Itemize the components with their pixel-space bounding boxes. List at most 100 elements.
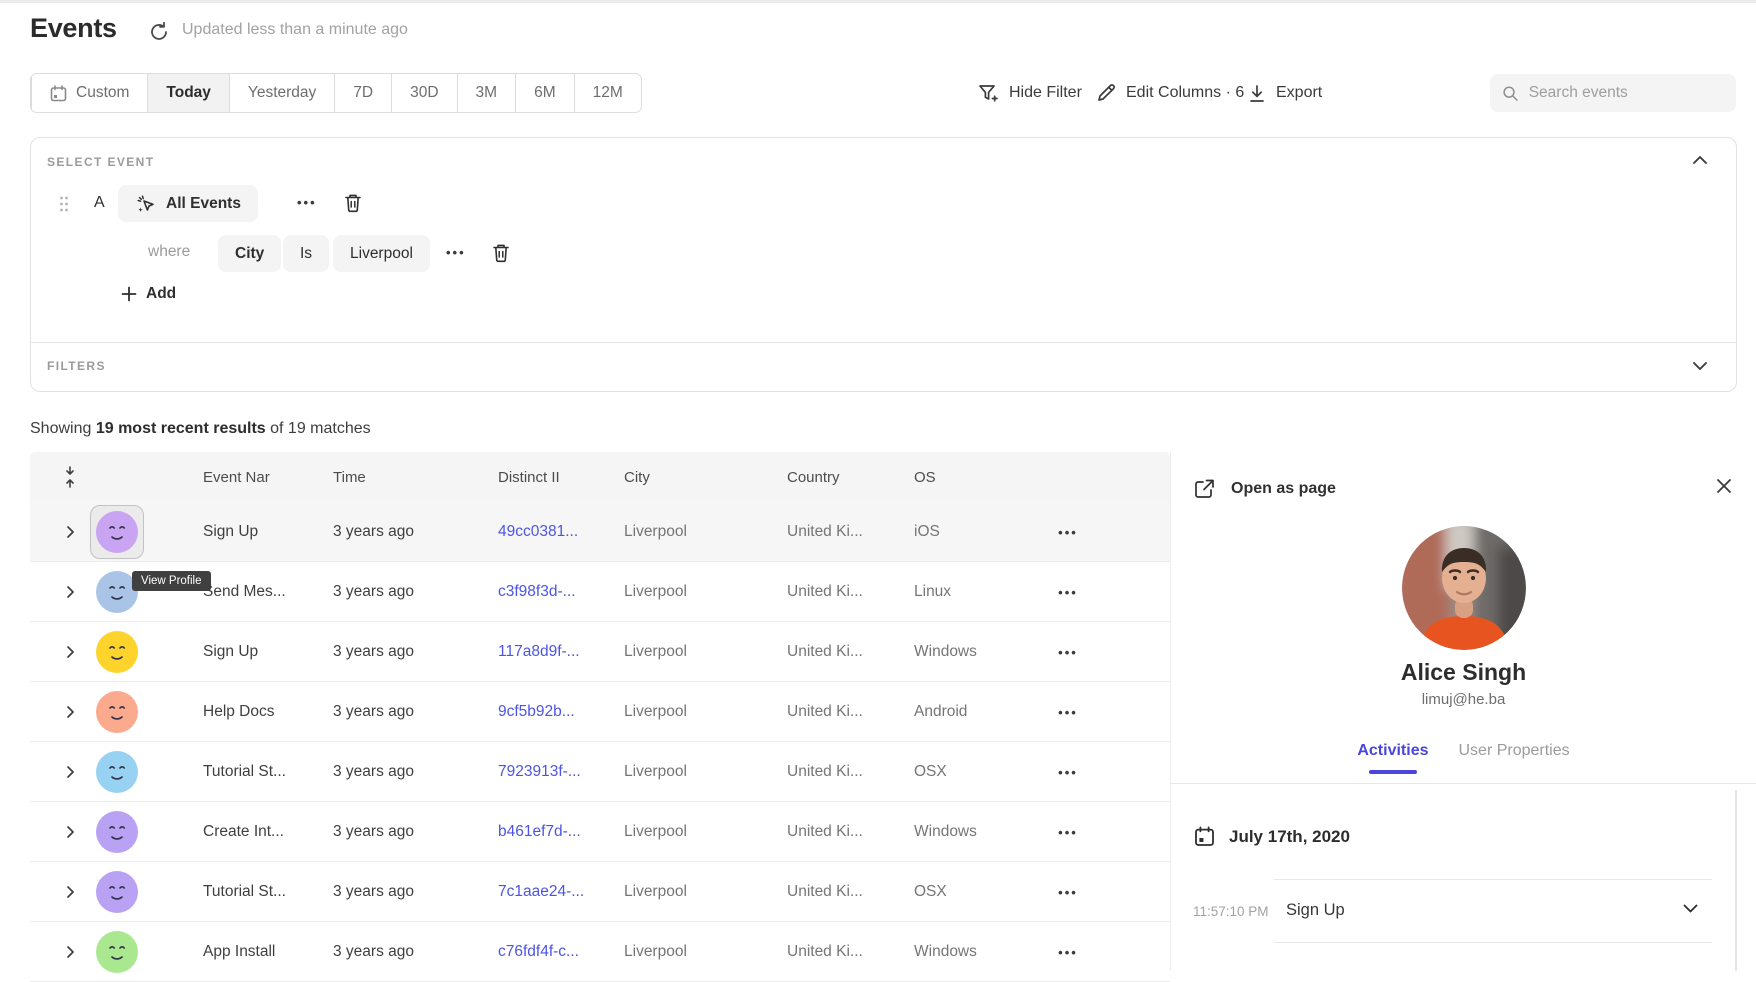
date-range-tab[interactable]: Today: [147, 74, 229, 112]
add-clause-button[interactable]: Add: [121, 285, 176, 303]
distinct-id-link[interactable]: 7923913f-...: [498, 763, 581, 781]
distinct-id-cell: c76fdf4f-c...: [498, 922, 618, 982]
avatar-cell: [90, 802, 144, 862]
hide-filter-button[interactable]: Hide Filter: [978, 73, 1082, 113]
distinct-id-link[interactable]: b461ef7d-...: [498, 823, 581, 841]
profile-tab[interactable]: Activities: [1357, 742, 1428, 774]
column-header-distinct-id[interactable]: Distinct II: [498, 452, 560, 502]
activity-time: 11:57:10 PM: [1193, 904, 1269, 919]
event-selector-chip[interactable]: All Events: [118, 185, 258, 222]
column-header-event-name[interactable]: Event Nar: [203, 452, 270, 502]
user-avatar[interactable]: [95, 870, 139, 914]
user-avatar[interactable]: [95, 750, 139, 794]
property-chip[interactable]: City: [218, 235, 281, 272]
results-summary: Showing 19 most recent results of 19 mat…: [30, 420, 371, 438]
more-options-icon[interactable]: •••: [446, 245, 466, 260]
drag-handle-icon[interactable]: [59, 195, 69, 218]
value-chip[interactable]: Liverpool: [333, 235, 430, 272]
column-header-city[interactable]: City: [624, 452, 650, 502]
collapse-rows-icon[interactable]: [55, 452, 85, 502]
distinct-id-link[interactable]: c76fdf4f-c...: [498, 943, 579, 961]
row-more-options-icon[interactable]: •••: [1058, 705, 1078, 720]
table-row: App Install 3 years ago c76fdf4f-c... Li…: [30, 922, 1170, 982]
row-more-options-icon[interactable]: •••: [1058, 765, 1078, 780]
event-selector-label: All Events: [166, 195, 241, 213]
distinct-id-link[interactable]: 7c1aae24-...: [498, 883, 584, 901]
activity-item[interactable]: 11:57:10 PM Sign Up: [1171, 879, 1756, 943]
distinct-id-cell: 7c1aae24-...: [498, 862, 618, 922]
where-clause-row: where City Is Liverpool •••: [31, 235, 1736, 272]
more-options-icon[interactable]: •••: [297, 195, 317, 210]
expand-row-icon[interactable]: [55, 682, 85, 742]
event-name-cell: Help Docs: [203, 682, 328, 742]
time-cell: 3 years ago: [333, 922, 488, 982]
pencil-icon: [1096, 83, 1116, 103]
os-cell: OSX: [914, 742, 1034, 802]
export-button[interactable]: Export: [1248, 73, 1322, 113]
row-more-options-icon[interactable]: •••: [1058, 645, 1078, 660]
updated-status: Updated less than a minute ago: [182, 21, 408, 39]
distinct-id-link[interactable]: 49cc0381...: [498, 523, 578, 541]
row-more-options-icon[interactable]: •••: [1058, 885, 1078, 900]
search-icon: [1502, 84, 1519, 103]
column-header-time[interactable]: Time: [333, 452, 366, 502]
row-more-options-icon[interactable]: •••: [1058, 525, 1078, 540]
column-header-os[interactable]: OS: [914, 452, 936, 502]
user-avatar[interactable]: [95, 630, 139, 674]
row-more-options-icon[interactable]: •••: [1058, 945, 1078, 960]
chevron-down-icon[interactable]: [1692, 358, 1708, 376]
row-more-options-icon[interactable]: •••: [1058, 825, 1078, 840]
add-clause-label: Add: [146, 285, 176, 303]
user-avatar[interactable]: [95, 810, 139, 854]
event-name-cell: Sign Up: [203, 502, 328, 562]
chevron-up-icon[interactable]: [1692, 152, 1708, 170]
avatar-face-icon: [96, 811, 138, 853]
user-avatar[interactable]: [95, 690, 139, 734]
profile-tab-label: User Properties: [1458, 742, 1569, 759]
trash-icon[interactable]: [343, 192, 363, 214]
profile-photo[interactable]: [1402, 526, 1526, 650]
date-range-tab[interactable]: 30D: [391, 74, 456, 112]
events-table: Event Nar Time Distinct II City Country …: [30, 452, 1170, 971]
tab-underline: [1369, 770, 1417, 774]
distinct-id-link[interactable]: c3f98f3d-...: [498, 583, 576, 601]
date-range-tab[interactable]: 3M: [457, 74, 516, 112]
refresh-icon[interactable]: [147, 20, 171, 44]
expand-row-icon[interactable]: [55, 562, 85, 622]
country-cell: United Ki...: [787, 862, 907, 922]
expand-row-icon[interactable]: [55, 802, 85, 862]
expand-row-icon[interactable]: [55, 922, 85, 982]
row-more-options-icon[interactable]: •••: [1058, 585, 1078, 600]
date-range-tab[interactable]: Custom: [31, 74, 147, 112]
edit-columns-button[interactable]: Edit Columns · 6: [1096, 73, 1244, 113]
expand-row-icon[interactable]: [55, 622, 85, 682]
plus-icon: [121, 286, 137, 302]
search-events-input[interactable]: [1529, 84, 1724, 102]
results-suffix: of 19 matches: [266, 420, 371, 437]
open-as-page-button[interactable]: Open as page: [1194, 478, 1336, 499]
date-range-tab-label: 3M: [476, 84, 498, 102]
date-range-tab[interactable]: Yesterday: [229, 74, 334, 112]
profile-tab[interactable]: User Properties: [1458, 742, 1569, 774]
column-header-country[interactable]: Country: [787, 452, 840, 502]
date-range-tab[interactable]: 7D: [334, 74, 391, 112]
operator-chip[interactable]: Is: [283, 235, 329, 272]
expand-row-icon[interactable]: [55, 742, 85, 802]
user-avatar[interactable]: [95, 930, 139, 974]
scrollbar[interactable]: [1735, 790, 1737, 971]
close-icon[interactable]: [1716, 478, 1732, 494]
user-avatar[interactable]: [90, 505, 144, 559]
open-as-page-label: Open as page: [1231, 480, 1336, 498]
chevron-down-icon[interactable]: [1683, 904, 1698, 913]
expand-row-icon[interactable]: [55, 862, 85, 922]
trash-icon[interactable]: [491, 242, 511, 264]
search-events-box[interactable]: [1490, 74, 1736, 112]
date-range-tab[interactable]: 6M: [515, 74, 574, 112]
expand-row-icon[interactable]: [55, 502, 85, 562]
date-range-tab-label: 7D: [353, 84, 373, 102]
click-cursor-icon: [135, 193, 157, 215]
distinct-id-link[interactable]: 117a8d9f-...: [498, 643, 580, 661]
date-range-tab[interactable]: 12M: [574, 74, 641, 112]
distinct-id-link[interactable]: 9cf5b92b...: [498, 703, 575, 721]
city-cell: Liverpool: [624, 802, 779, 862]
